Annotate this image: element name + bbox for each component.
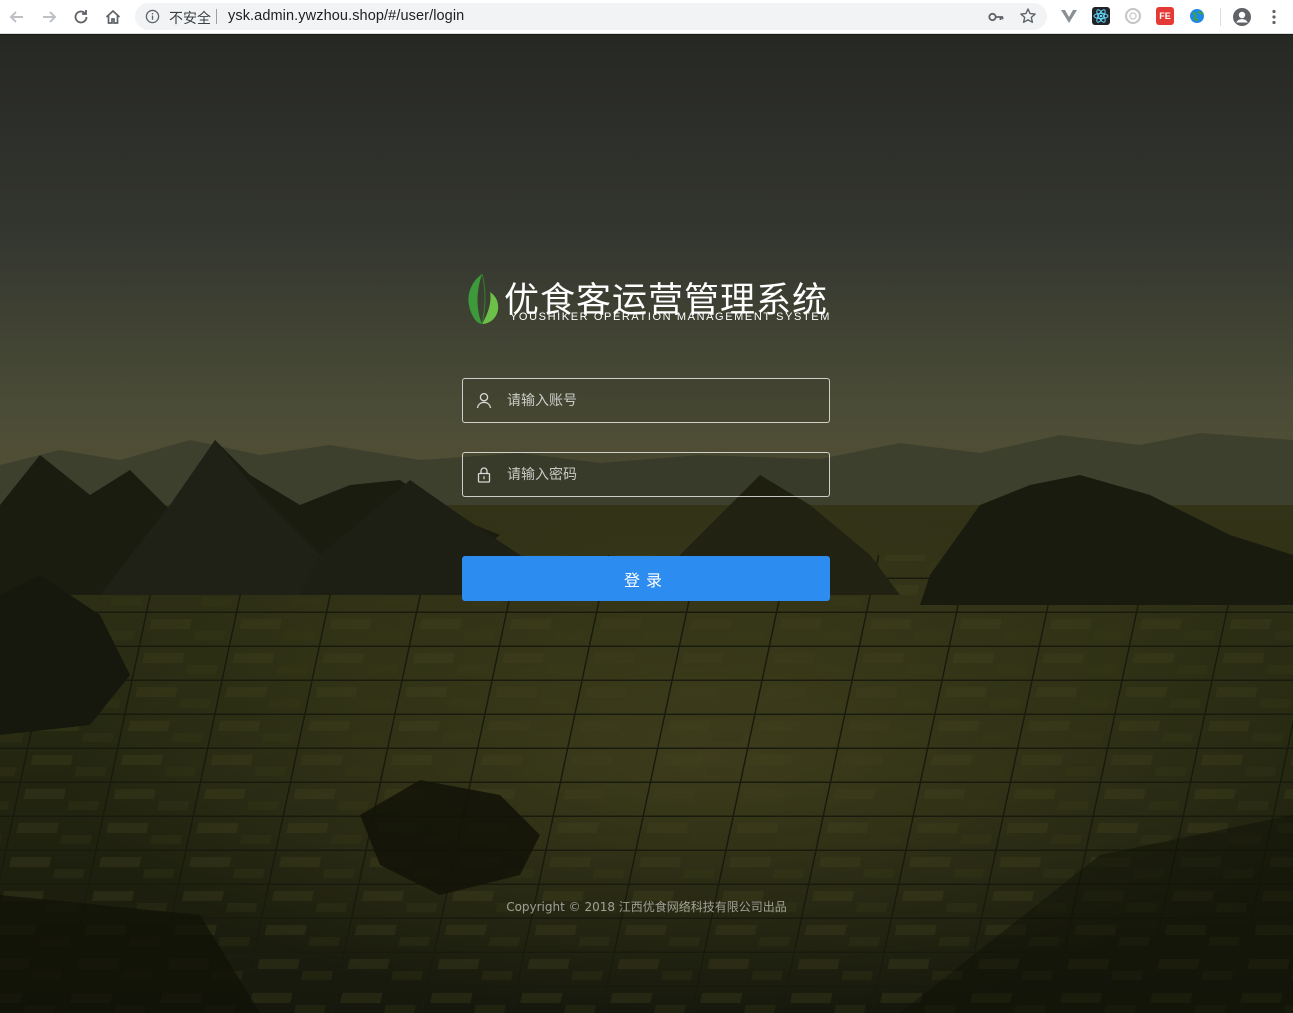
atom-icon	[1093, 9, 1109, 23]
browser-toolbar: 不安全 ysk.admin.ywzhou.shop/#/user/login F…	[0, 0, 1293, 34]
globe-icon	[1190, 9, 1204, 23]
background-landscape	[0, 35, 1293, 1013]
back-button[interactable]	[5, 5, 29, 29]
home-icon	[105, 9, 121, 24]
password-input[interactable]	[507, 453, 817, 496]
lock-icon	[477, 467, 491, 483]
arrow-left-icon	[9, 11, 23, 23]
star-icon[interactable]	[1019, 7, 1037, 25]
toolbar-divider	[1220, 8, 1221, 26]
account-circle-icon	[1233, 8, 1251, 26]
home-button[interactable]	[101, 5, 125, 29]
fe-helper-icon[interactable]: FE	[1156, 7, 1174, 25]
user-icon	[476, 392, 492, 409]
reload-icon	[74, 10, 88, 24]
url-text[interactable]: ysk.admin.ywzhou.shop/#/user/login	[228, 8, 464, 24]
vue-devtools-icon[interactable]	[1060, 7, 1078, 25]
address-bar[interactable]: 不安全 ysk.admin.ywzhou.shop/#/user/login	[135, 3, 1047, 30]
circle-extension-icon[interactable]	[1124, 7, 1142, 25]
menu-button[interactable]	[1262, 5, 1286, 29]
arrow-right-icon	[43, 11, 57, 23]
login-button[interactable]: 登录	[462, 556, 830, 601]
key-icon[interactable]	[987, 8, 1005, 26]
react-devtools-icon[interactable]	[1092, 7, 1110, 25]
account-field[interactable]	[462, 378, 830, 423]
leaf-icon	[468, 273, 499, 325]
fe-helper-label: FE	[1159, 11, 1171, 21]
security-label[interactable]: 不安全	[169, 8, 211, 28]
vue-logo-icon	[1061, 10, 1077, 23]
address-divider	[216, 9, 217, 24]
profile-button[interactable]	[1230, 5, 1254, 29]
system-subtitle: YOUSHIKER OPERATION MANAGEMENT SYSTEM	[510, 311, 831, 323]
copyright-text: Copyright © 2018 江西优食网络科技有限公司出品	[506, 900, 787, 914]
ring-icon	[1125, 8, 1141, 24]
more-vert-icon	[1272, 9, 1276, 25]
account-input[interactable]	[507, 379, 817, 422]
reload-button[interactable]	[69, 5, 93, 29]
info-icon[interactable]	[145, 9, 160, 24]
forward-button[interactable]	[37, 5, 61, 29]
password-field[interactable]	[462, 452, 830, 497]
landscape-image	[0, 35, 1293, 1013]
globe-extension-icon[interactable]	[1188, 7, 1206, 25]
brand-logo: 优食客运营管理系统 YOUSHIKER OPERATION MANAGEMENT…	[462, 270, 832, 330]
